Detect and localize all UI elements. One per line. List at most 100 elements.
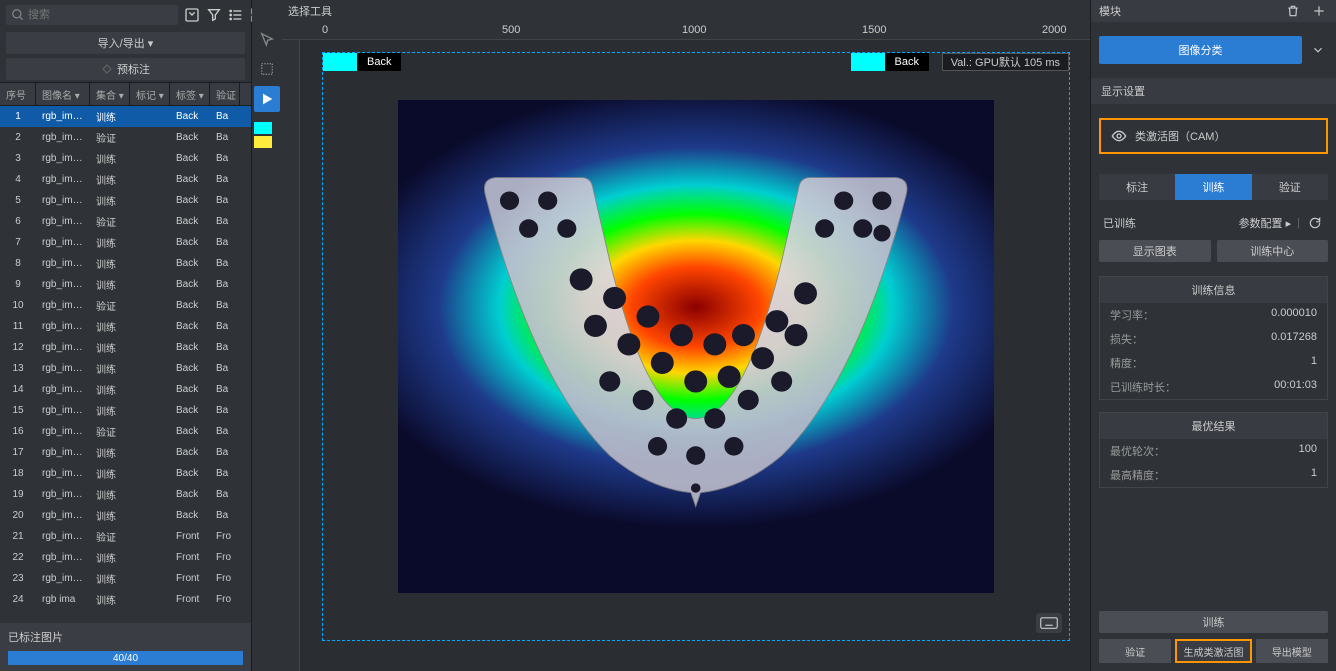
image-classification-button[interactable]: 图像分类 — [1099, 36, 1302, 64]
table-row[interactable]: 14rgb_ima...训练BackBa — [0, 379, 251, 400]
pre-annotate-button[interactable]: 预标注 — [6, 58, 245, 80]
filter-icon[interactable] — [184, 6, 200, 24]
table-row[interactable]: 9rgb_ima...训练BackBa — [0, 274, 251, 295]
best-acc-value: 1 — [1311, 467, 1317, 483]
best-epoch-value: 100 — [1299, 443, 1317, 459]
train-status-row: 已训练 参数配置 ▸ | — [1091, 206, 1336, 240]
train-button[interactable]: 训练 — [1099, 611, 1328, 633]
search-icon — [11, 8, 25, 22]
train-info-title: 训练信息 — [1100, 277, 1327, 303]
module-header: 模块 — [1091, 0, 1336, 22]
table-row[interactable]: 13rgb_ima...训练BackBa — [0, 358, 251, 379]
table-row[interactable]: 11rgb_ima...训练BackBa — [0, 316, 251, 337]
funnel-icon[interactable] — [206, 6, 222, 24]
right-panel: 模块 图像分类 显示设置 类激活图（CAM） 标注 训练 验证 已训练 参数配置… — [1090, 0, 1336, 671]
pointer-tool[interactable] — [254, 26, 280, 52]
table-header: 序号 图像名 ▾ 集合 ▾ 标记 ▾ 标签 ▾ 验证 — [0, 82, 251, 106]
table-row[interactable]: 6rgb_ima...验证BackBa — [0, 211, 251, 232]
status-label: 已标注图片 — [8, 629, 243, 645]
table-row[interactable]: 21rgb_ima...验证FrontFro — [0, 526, 251, 547]
table-row[interactable]: 15rgb_ima...训练BackBa — [0, 400, 251, 421]
table-row[interactable]: 20rgb_ima...训练BackBa — [0, 505, 251, 526]
left-panel: 导入/导出 ▾ 预标注 序号 图像名 ▾ 集合 ▾ 标记 ▾ 标签 ▾ 验证 1… — [0, 0, 252, 671]
tab-validate[interactable]: 验证 — [1252, 174, 1328, 200]
delete-icon[interactable] — [1284, 2, 1302, 20]
eye-icon — [1111, 128, 1127, 144]
legend-swatch-cyan[interactable] — [254, 122, 272, 134]
loss-value: 0.017268 — [1271, 331, 1317, 347]
bottom-buttons: 训练 验证 生成类激活图 导出模型 — [1091, 603, 1336, 671]
viewport[interactable]: Back Back Val.: GPU默认 105 ms — [322, 52, 1070, 641]
class-swatch — [851, 53, 885, 71]
image-table-body[interactable]: 1rgb_ima...训练BackBa2rgb_ima...验证BackBa3r… — [0, 106, 251, 623]
show-chart-button[interactable]: 显示图表 — [1099, 240, 1211, 262]
footer-status: 已标注图片 40/40 — [0, 623, 251, 671]
play-tool[interactable] — [254, 86, 280, 112]
keyboard-icon[interactable] — [1036, 613, 1062, 633]
class-label-right: Back — [851, 53, 929, 71]
class-label-left: Back — [323, 53, 401, 71]
param-config-link[interactable]: 参数配置 ▸ — [1239, 215, 1292, 231]
table-row[interactable]: 19rgb_ima...训练BackBa — [0, 484, 251, 505]
table-row[interactable]: 24rgb ima训练FrontFro — [0, 589, 251, 610]
legend-swatch-yellow[interactable] — [254, 136, 272, 148]
export-model-button[interactable]: 导出模型 — [1256, 639, 1328, 663]
table-row[interactable]: 7rgb_ima...训练BackBa — [0, 232, 251, 253]
duration-value: 00:01:03 — [1274, 379, 1317, 395]
center-header: 选择工具 — [252, 0, 1090, 22]
table-row[interactable]: 23rgb_ima...训练FrontFro — [0, 568, 251, 589]
ruler-horizontal: 0 500 1000 1500 2000 — [282, 22, 1090, 40]
color-legend — [254, 122, 272, 148]
tab-annotate[interactable]: 标注 — [1099, 174, 1175, 200]
col-header-index[interactable]: 序号 — [0, 83, 36, 105]
table-row[interactable]: 5rgb_ima...训练BackBa — [0, 190, 251, 211]
train-info-box: 训练信息 学习率：0.000010 损失：0.017268 精度：1 已训练时长… — [1099, 276, 1328, 400]
generate-cam-button[interactable]: 生成类激活图 — [1175, 639, 1251, 663]
canvas-area[interactable]: 0 500 1000 1500 2000 — [282, 22, 1090, 671]
marquee-tool[interactable] — [254, 56, 280, 82]
col-header-set[interactable]: 集合 ▾ — [90, 83, 130, 105]
table-row[interactable]: 10rgb_ima...验证BackBa — [0, 295, 251, 316]
table-row[interactable]: 8rgb_ima...训练BackBa — [0, 253, 251, 274]
table-row[interactable]: 12rgb_ima...训练BackBa — [0, 337, 251, 358]
validation-time-label: Val.: GPU默认 105 ms — [942, 53, 1069, 71]
display-settings-title: 显示设置 — [1091, 78, 1336, 104]
tab-train[interactable]: 训练 — [1175, 174, 1251, 200]
table-row[interactable]: 16rgb_ima...验证BackBa — [0, 421, 251, 442]
class-label-text: Back — [885, 53, 929, 71]
table-row[interactable]: 2rgb_ima...验证BackBa — [0, 127, 251, 148]
col-header-val[interactable]: 验证 — [210, 83, 240, 105]
col-header-name[interactable]: 图像名 ▾ — [36, 83, 90, 105]
col-header-mark[interactable]: 标记 ▾ — [130, 83, 170, 105]
train-center-button[interactable]: 训练中心 — [1217, 240, 1329, 262]
add-icon[interactable] — [1310, 2, 1328, 20]
center-panel: 选择工具 0 500 1000 1500 2000 — [252, 0, 1090, 671]
chevron-down-icon[interactable] — [1308, 43, 1328, 57]
table-row[interactable]: 18rgb_ima...训练BackBa — [0, 463, 251, 484]
list-icon[interactable] — [228, 6, 244, 24]
table-row[interactable]: 4rgb_ima...训练BackBa — [0, 169, 251, 190]
cam-label: 类激活图（CAM） — [1135, 128, 1225, 144]
tag-icon — [101, 63, 113, 75]
validate-button[interactable]: 验证 — [1099, 639, 1171, 663]
part-overlay — [457, 159, 934, 511]
pre-annotate-label: 预标注 — [117, 61, 150, 77]
table-row[interactable]: 22rgb_ima...训练FrontFro — [0, 547, 251, 568]
table-row[interactable]: 1rgb_ima...训练BackBa — [0, 106, 251, 127]
table-row[interactable]: 3rgb_ima...训练BackBa — [0, 148, 251, 169]
best-result-box: 最优结果 最优轮次：100 最高精度：1 — [1099, 412, 1328, 488]
progress-bar: 40/40 — [8, 651, 243, 665]
learning-rate-value: 0.000010 — [1271, 307, 1317, 323]
ruler-vertical — [282, 40, 300, 671]
tool-strip — [252, 22, 282, 671]
trained-label: 已训练 — [1103, 215, 1136, 231]
refresh-icon[interactable] — [1306, 214, 1324, 232]
best-result-title: 最优结果 — [1100, 413, 1327, 439]
import-export-button[interactable]: 导入/导出 ▾ — [6, 32, 245, 54]
search-input[interactable] — [6, 5, 178, 25]
progress-fill: 40/40 — [8, 651, 243, 665]
table-row[interactable]: 17rgb_ima...训练BackBa — [0, 442, 251, 463]
col-header-tag[interactable]: 标签 ▾ — [170, 83, 210, 105]
accuracy-value: 1 — [1311, 355, 1317, 371]
cam-toggle[interactable]: 类激活图（CAM） — [1099, 118, 1328, 154]
